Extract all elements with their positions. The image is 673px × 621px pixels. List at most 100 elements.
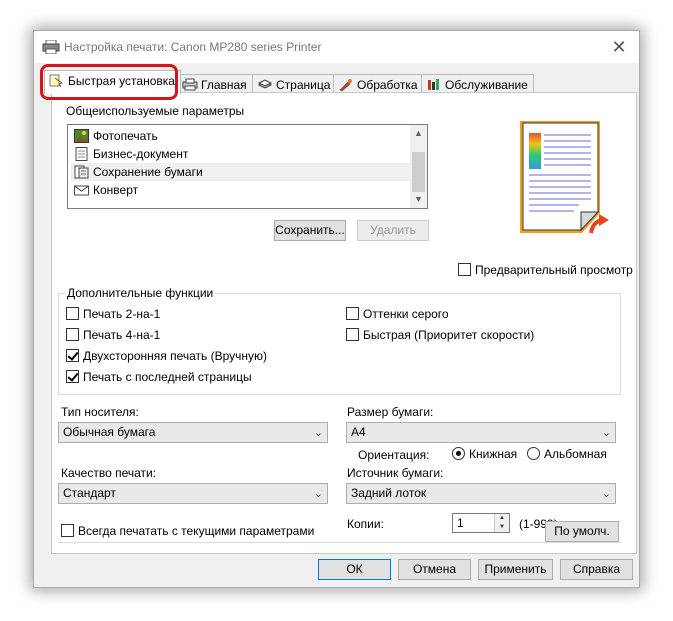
media-type-label: Тип носителя: [61, 405, 139, 419]
checkbox-duplex-manual[interactable]: Двухсторонняя печать (Вручную) [66, 349, 267, 365]
page-preview-image [520, 121, 609, 234]
checkbox-label: Предварительный просмотр [475, 263, 633, 277]
chevron-down-icon: ⌄ [313, 488, 323, 500]
tab-highlight-frame [40, 64, 178, 100]
printer-icon [42, 40, 60, 54]
group-title: Общеиспользуемые параметры [64, 104, 247, 118]
print-settings-dialog: Настройка печати: Canon MP280 series Pri… [33, 30, 640, 588]
document-icon [75, 147, 88, 161]
checkbox-box[interactable] [458, 263, 471, 276]
checkbox-print-from-last-page[interactable]: Печать с последней страницы [66, 370, 252, 386]
window-title: Настройка печати: Canon MP280 series Pri… [64, 40, 322, 54]
checkbox-box[interactable] [346, 328, 359, 341]
checkbox-box[interactable] [66, 328, 79, 341]
checkbox-label: Оттенки серого [363, 307, 449, 321]
stepper-up-icon[interactable]: ▲ [495, 514, 509, 523]
quick-setup-panel: Общеиспользуемые параметры Фотопечать Би… [51, 92, 637, 554]
select-value: A4 [351, 425, 366, 439]
close-icon[interactable]: ✕ [609, 37, 629, 57]
checkbox-label: Печать 4-на-1 [83, 328, 161, 342]
list-item[interactable]: Бизнес-документ [71, 145, 412, 163]
ok-button[interactable]: ОК [318, 559, 391, 580]
defaults-button[interactable]: По умолч. [545, 521, 619, 542]
checkbox-label: Печать 2-на-1 [83, 307, 161, 321]
tab-label: Обработка [357, 78, 418, 92]
radio-label: Книжная [469, 447, 518, 461]
checkbox-box[interactable] [61, 524, 74, 537]
tab-main[interactable]: Главная [177, 74, 253, 94]
tab-page-setup[interactable]: Страница [252, 74, 337, 94]
paper-source-select[interactable]: Задний лоток ⌄ [346, 483, 616, 504]
title-bar: Настройка печати: Canon MP280 series Pri… [34, 31, 639, 63]
copies-label: Копии: [347, 517, 384, 531]
apply-button[interactable]: Применить [478, 559, 553, 580]
checkbox-label: Быстрая (Приоритет скорости) [363, 328, 535, 342]
common-settings-list[interactable]: Фотопечать Бизнес-документ Сохранение бу… [67, 124, 428, 209]
orientation-landscape-radio[interactable]: Альбомная [527, 447, 607, 463]
radio-label: Альбомная [544, 447, 607, 461]
orientation-label: Ориентация: [358, 448, 430, 462]
scroll-down-icon[interactable]: ▼ [410, 191, 427, 208]
list-item-label: Фотопечать [93, 129, 158, 143]
stepper-buttons[interactable]: ▲ ▼ [494, 514, 509, 532]
checkbox-4-in-1[interactable]: Печать 4-на-1 [66, 328, 160, 344]
divider [58, 542, 621, 543]
radio-dot[interactable] [527, 447, 540, 460]
checkbox-label: Двухсторонняя печать (Вручную) [83, 349, 268, 363]
paper-save-icon [74, 165, 89, 179]
tab-effects[interactable]: Обработка [333, 74, 424, 94]
list-item-label: Конверт [93, 183, 139, 197]
list-scrollbar[interactable]: ▲ ▼ [410, 125, 427, 208]
checkbox-box[interactable] [66, 370, 79, 383]
checkbox-box[interactable] [66, 307, 79, 320]
checkbox-box[interactable] [346, 307, 359, 320]
media-type-select[interactable]: Обычная бумага ⌄ [58, 422, 328, 443]
list-item-label: Бизнес-документ [93, 147, 189, 161]
paper-size-select[interactable]: A4 ⌄ [346, 422, 616, 443]
list-item-selected[interactable]: Сохранение бумаги [71, 163, 412, 181]
list-item[interactable]: Фотопечать [71, 127, 412, 145]
envelope-icon [74, 185, 89, 196]
list-item[interactable]: Конверт [71, 181, 412, 199]
print-quality-select[interactable]: Стандарт ⌄ [58, 483, 328, 504]
cancel-button[interactable]: Отмена [398, 559, 471, 580]
tab-label: Обслуживание [445, 78, 528, 92]
select-value: Стандарт [63, 486, 116, 500]
print-quality-label: Качество печати: [61, 466, 157, 480]
orientation-portrait-radio[interactable]: Книжная [452, 447, 517, 463]
stepper-down-icon[interactable]: ▼ [495, 523, 509, 532]
group-title: Дополнительные функции [65, 286, 216, 300]
tab-label: Страница [276, 78, 331, 92]
always-print-checkbox[interactable]: Всегда печатать с текущими параметрами [61, 524, 314, 540]
save-button[interactable]: Сохранить... [274, 220, 346, 241]
list-item-label: Сохранение бумаги [93, 165, 203, 179]
select-value: Обычная бумага [63, 425, 156, 439]
checkbox-fast-print[interactable]: Быстрая (Приоритет скорости) [346, 328, 534, 344]
page-setup-icon [257, 79, 273, 89]
copies-value[interactable]: 1 [457, 516, 464, 530]
maintenance-icon [428, 79, 439, 90]
checkbox-label: Печать с последней страницы [83, 370, 252, 384]
chevron-down-icon: ⌄ [601, 427, 611, 439]
radio-dot[interactable] [452, 447, 465, 460]
tab-label: Главная [201, 78, 247, 92]
scroll-thumb[interactable] [412, 152, 425, 192]
paper-size-label: Размер бумаги: [347, 405, 434, 419]
checkbox-box[interactable] [66, 349, 79, 362]
tab-maintenance[interactable]: Обслуживание [421, 74, 534, 94]
scroll-up-icon[interactable]: ▲ [410, 125, 427, 142]
checkbox-2-in-1[interactable]: Печать 2-на-1 [66, 307, 160, 323]
help-button[interactable]: Справка [560, 559, 633, 580]
main-icon [182, 78, 198, 91]
select-value: Задний лоток [351, 486, 427, 500]
preview-checkbox[interactable]: Предварительный просмотр [458, 263, 633, 279]
checkbox-grayscale[interactable]: Оттенки серого [346, 307, 449, 323]
chevron-down-icon: ⌄ [601, 488, 611, 500]
delete-button[interactable]: Удалить [357, 220, 429, 241]
chevron-down-icon: ⌄ [313, 427, 323, 439]
copies-stepper[interactable]: 1 ▲ ▼ [452, 513, 510, 533]
checkbox-label: Всегда печатать с текущими параметрами [78, 524, 315, 538]
photo-icon [74, 129, 89, 143]
effects-icon [339, 79, 352, 91]
paper-source-label: Источник бумаги: [347, 466, 444, 480]
